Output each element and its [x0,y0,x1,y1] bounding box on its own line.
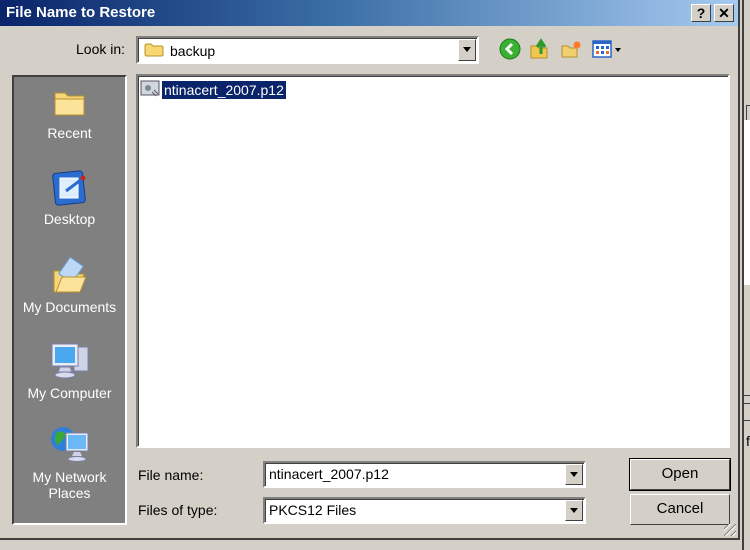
place-label: My Network Places [32,469,107,501]
view-menu-icon[interactable] [592,38,624,60]
file-type-dropdown-arrow[interactable] [565,500,583,521]
look-in-label: Look in: [76,41,126,57]
open-button[interactable]: Open [629,458,731,491]
place-my-documents[interactable]: My Documents [14,255,125,315]
file-open-dialog: File Name to Restore ? ✕ Look in: backup [0,0,740,540]
my-documents-icon [53,256,87,293]
file-name: ntinacert_2007.p12 [162,81,286,99]
file-name-input[interactable]: ntinacert_2007.p12 [263,461,586,488]
dialog-title: File Name to Restore [6,4,156,21]
look-in-value: backup [170,43,216,59]
title-bar[interactable]: File Name to Restore ? ✕ [0,0,738,26]
back-icon[interactable] [499,38,521,60]
background-window: f [742,0,750,550]
help-button[interactable]: ? [691,4,711,22]
look-in-dropdown[interactable]: backup [136,36,479,64]
cancel-button[interactable]: Cancel [630,494,730,525]
desktop-icon [51,170,86,206]
place-my-computer[interactable]: My Computer [14,339,125,401]
place-label: Recent [47,125,92,141]
folder-icon [144,43,164,57]
file-name-label: File name: [138,467,204,483]
file-type-value: PKCS12 Files [269,502,357,518]
place-desktop[interactable]: Desktop [14,169,125,227]
place-label: My Documents [22,299,117,315]
file-name-dropdown-arrow[interactable] [565,464,583,485]
file-name-value[interactable]: ntinacert_2007.p12 [269,466,389,482]
network-places-icon [50,427,88,462]
file-type-dropdown[interactable]: PKCS12 Files [263,497,586,524]
place-my-network[interactable]: My Network Places [14,423,125,501]
up-folder-icon[interactable] [529,38,551,60]
background-divider [744,420,750,421]
close-button[interactable]: ✕ [714,4,734,22]
my-computer-icon [51,343,88,379]
place-recent[interactable]: Recent [14,85,125,141]
file-type-label: Files of type: [138,502,218,518]
background-text: f [746,433,750,449]
look-in-dropdown-arrow[interactable] [458,39,476,61]
places-bar: Recent Desktop My Documents My Computer … [12,75,127,525]
recent-folder-icon [54,92,84,116]
place-label: Desktop [43,211,96,227]
background-panel [744,120,750,285]
new-folder-icon[interactable] [560,38,582,60]
resize-grip[interactable] [724,524,736,536]
background-divider [744,395,750,396]
certificate-file-icon [140,80,160,97]
place-label: My Computer [27,385,112,401]
file-list[interactable]: ntinacert_2007.p12 [136,74,730,448]
background-divider [744,403,750,404]
